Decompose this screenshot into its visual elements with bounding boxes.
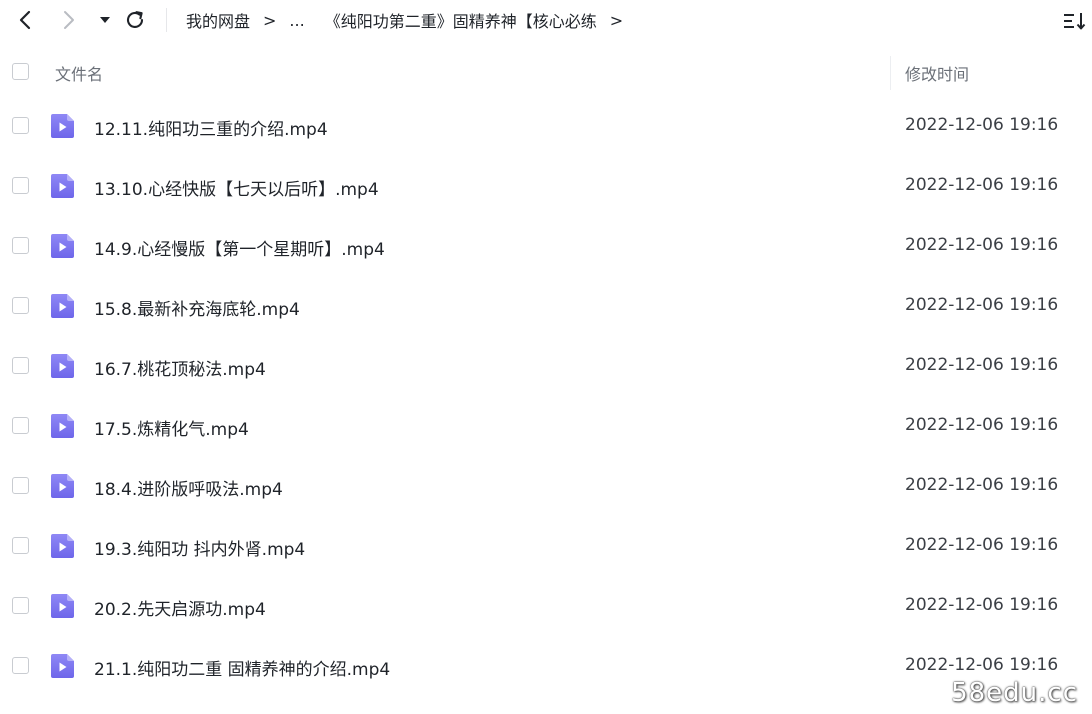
sort-button[interactable] (1062, 8, 1088, 34)
caret-down-icon (100, 17, 110, 23)
row-checkbox[interactable] (12, 177, 29, 194)
video-file-icon (51, 594, 74, 618)
sort-icon (1064, 13, 1086, 30)
history-dropdown-button[interactable] (92, 7, 118, 33)
file-name[interactable]: 12.11.纯阳功三重的介绍.mp4 (94, 115, 328, 140)
file-row[interactable]: 15.8.最新补充海底轮.mp4 2022-12-06 19:16 (0, 276, 1092, 336)
forward-button[interactable] (56, 7, 82, 33)
breadcrumb-separator: > (609, 10, 624, 30)
breadcrumb-item-current[interactable]: 《纯阳功第二重》固精养神【核心必练 (323, 8, 599, 32)
refresh-icon (127, 11, 144, 28)
column-header-name[interactable]: 文件名 (55, 61, 103, 85)
file-modified-time: 2022-12-06 19:16 (905, 115, 1059, 135)
file-modified-time: 2022-12-06 19:16 (905, 175, 1059, 195)
row-checkbox[interactable] (12, 237, 29, 254)
row-checkbox[interactable] (12, 417, 29, 434)
file-modified-time: 2022-12-06 19:16 (905, 295, 1059, 315)
watermark: 58edu.cc (951, 678, 1078, 708)
row-checkbox[interactable] (12, 597, 29, 614)
file-name[interactable]: 16.7.桃花顶秘法.mp4 (94, 355, 266, 380)
video-file-icon (51, 534, 74, 558)
video-file-icon (51, 294, 74, 318)
refresh-button[interactable] (122, 7, 148, 33)
file-modified-time: 2022-12-06 19:16 (905, 475, 1059, 495)
video-file-icon (51, 234, 74, 258)
file-row[interactable]: 12.11.纯阳功三重的介绍.mp4 2022-12-06 19:16 (0, 96, 1092, 156)
file-name[interactable]: 18.4.进阶版呼吸法.mp4 (94, 475, 283, 500)
file-row[interactable]: 21.1.纯阳功二重 固精养神的介绍.mp4 2022-12-06 19:16 (0, 636, 1092, 696)
chevron-right-icon (64, 11, 74, 29)
file-modified-time: 2022-12-06 19:16 (905, 355, 1059, 375)
chevron-left-icon (19, 10, 31, 30)
file-row[interactable]: 17.5.炼精化气.mp4 2022-12-06 19:16 (0, 396, 1092, 456)
file-modified-time: 2022-12-06 19:16 (905, 415, 1059, 435)
video-file-icon (51, 474, 74, 498)
file-name[interactable]: 15.8.最新补充海底轮.mp4 (94, 295, 300, 320)
file-row[interactable]: 16.7.桃花顶秘法.mp4 2022-12-06 19:16 (0, 336, 1092, 396)
file-row[interactable]: 13.10.心经快版【七天以后听】.mp4 2022-12-06 19:16 (0, 156, 1092, 216)
video-file-icon (51, 414, 74, 438)
file-row[interactable]: 18.4.进阶版呼吸法.mp4 2022-12-06 19:16 (0, 456, 1092, 516)
file-name[interactable]: 19.3.纯阳功 抖内外肾.mp4 (94, 535, 305, 560)
file-modified-time: 2022-12-06 19:16 (905, 235, 1059, 255)
breadcrumb-item-root[interactable]: 我的网盘 (184, 8, 252, 32)
navbar-divider (166, 8, 167, 32)
file-row[interactable]: 20.2.先天启源功.mp4 2022-12-06 19:16 (0, 576, 1092, 636)
select-all-checkbox[interactable] (12, 63, 29, 80)
breadcrumb: 我的网盘 > ... 《纯阳功第二重》固精养神【核心必练 > (184, 0, 634, 40)
row-checkbox[interactable] (12, 657, 29, 674)
breadcrumb-ellipsis[interactable]: ... (287, 11, 306, 30)
file-name[interactable]: 20.2.先天启源功.mp4 (94, 595, 266, 620)
row-checkbox[interactable] (12, 297, 29, 314)
file-name[interactable]: 13.10.心经快版【七天以后听】.mp4 (94, 175, 379, 200)
video-file-icon (51, 174, 74, 198)
file-row[interactable]: 14.9.心经慢版【第一个星期听】.mp4 2022-12-06 19:16 (0, 216, 1092, 276)
file-modified-time: 2022-12-06 19:16 (905, 655, 1059, 675)
file-modified-time: 2022-12-06 19:16 (905, 595, 1059, 615)
back-button[interactable] (12, 7, 38, 33)
file-name[interactable]: 21.1.纯阳功二重 固精养神的介绍.mp4 (94, 655, 390, 680)
video-file-icon (51, 114, 74, 138)
column-resize-handle[interactable] (890, 56, 891, 90)
video-file-icon (51, 354, 74, 378)
file-modified-time: 2022-12-06 19:16 (905, 535, 1059, 555)
video-file-icon (51, 654, 74, 678)
file-table-header: 文件名 修改时间 (0, 52, 1092, 92)
row-checkbox[interactable] (12, 477, 29, 494)
row-checkbox[interactable] (12, 117, 29, 134)
row-checkbox[interactable] (12, 357, 29, 374)
file-list: 12.11.纯阳功三重的介绍.mp4 2022-12-06 19:16 13.1… (0, 96, 1092, 696)
column-header-modified[interactable]: 修改时间 (905, 61, 969, 85)
file-name[interactable]: 17.5.炼精化气.mp4 (94, 415, 249, 440)
file-row[interactable]: 19.3.纯阳功 抖内外肾.mp4 2022-12-06 19:16 (0, 516, 1092, 576)
row-checkbox[interactable] (12, 537, 29, 554)
file-name[interactable]: 14.9.心经慢版【第一个星期听】.mp4 (94, 235, 385, 260)
breadcrumb-separator: > (263, 10, 277, 30)
top-navbar: 我的网盘 > ... 《纯阳功第二重》固精养神【核心必练 > (0, 0, 1092, 40)
